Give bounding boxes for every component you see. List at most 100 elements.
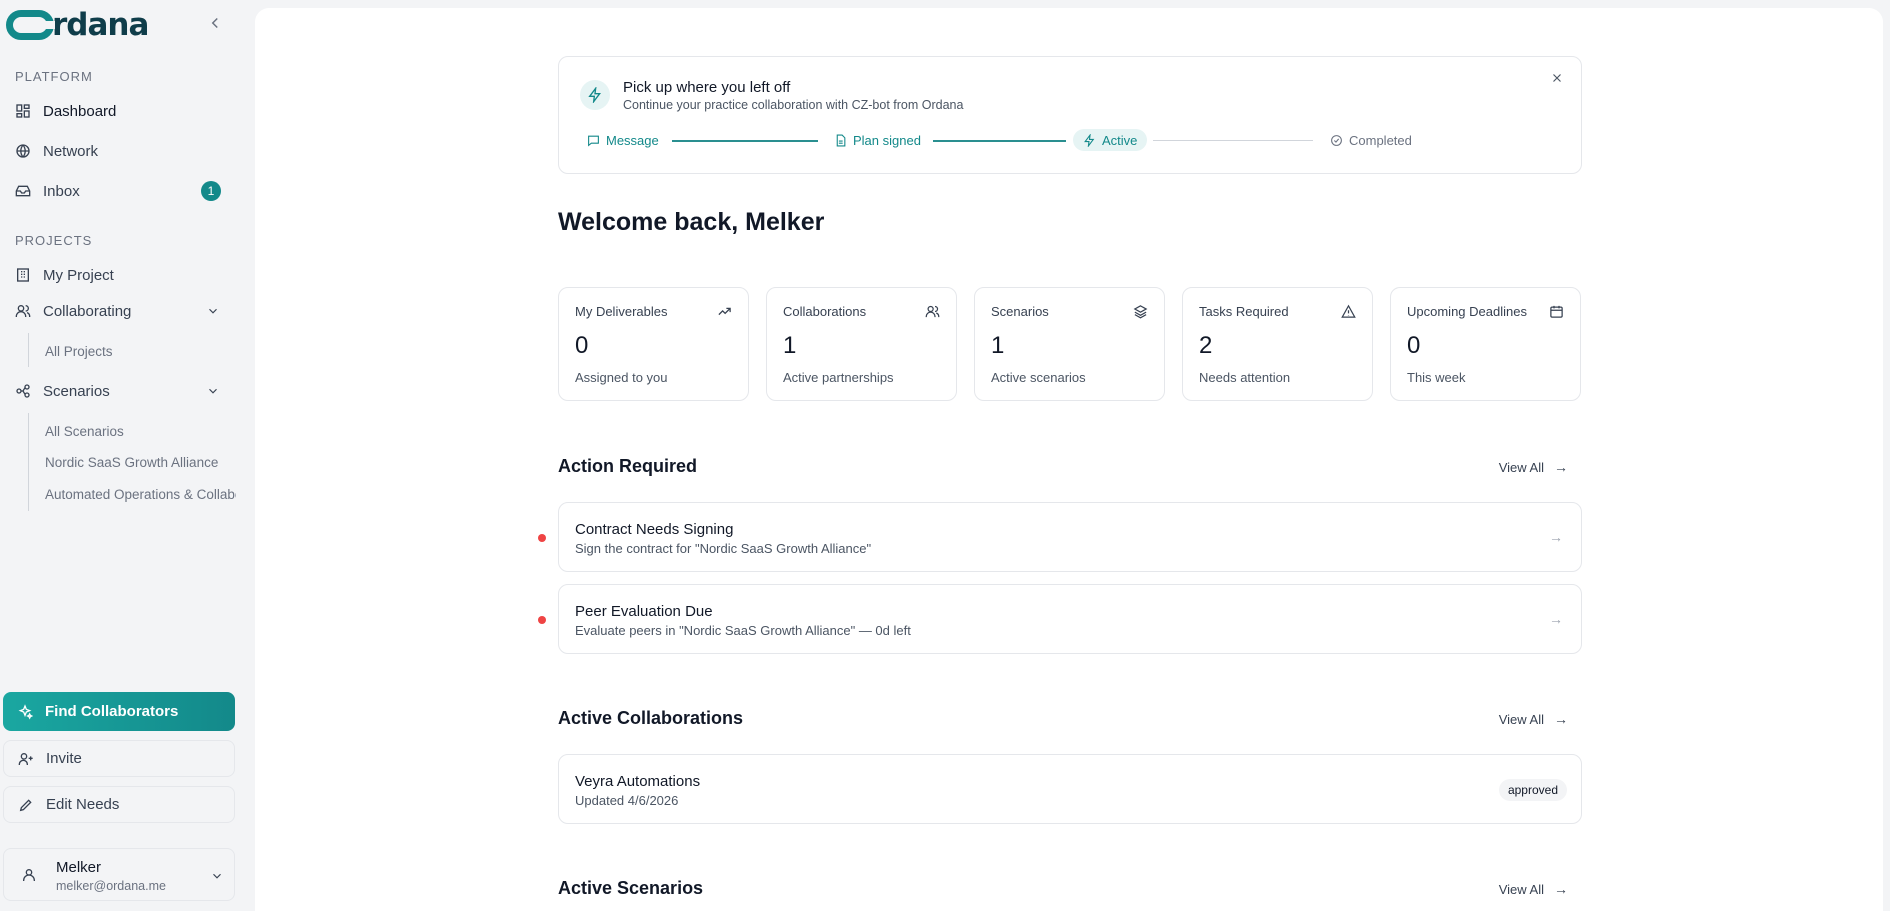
urgent-dot-icon bbox=[538, 534, 546, 542]
step-plan-signed[interactable]: Plan signed bbox=[834, 129, 921, 151]
sidebar: rdana PLATFORM Dashboard Network Inbox 1… bbox=[0, 0, 255, 911]
edit-needs-button[interactable]: Edit Needs bbox=[3, 786, 235, 823]
main-panel: Pick up where you left off Continue your… bbox=[255, 8, 1883, 911]
action-item-contract[interactable]: Contract Needs Signing Sign the contract… bbox=[538, 502, 1582, 572]
file-text-icon bbox=[834, 134, 847, 147]
user-plus-icon bbox=[18, 751, 34, 767]
collaboration-title: Veyra Automations bbox=[575, 773, 701, 790]
find-collaborators-button[interactable]: Find Collaborators bbox=[3, 692, 235, 731]
arrow-right-icon: → bbox=[1554, 881, 1568, 897]
stat-value: 1 bbox=[991, 332, 1005, 359]
step-connector bbox=[672, 140, 818, 142]
step-label: Plan signed bbox=[853, 132, 921, 148]
layers-icon bbox=[1133, 304, 1148, 319]
stat-label: Scenarios bbox=[991, 304, 1049, 319]
sidebar-item-dashboard[interactable]: Dashboard bbox=[6, 93, 236, 129]
logo-text: rdana bbox=[52, 7, 149, 43]
alert-triangle-icon bbox=[1341, 304, 1356, 319]
view-all-label: View All bbox=[1498, 711, 1544, 727]
stat-card-deliverables[interactable]: My Deliverables 0 Assigned to you bbox=[558, 287, 749, 401]
users-icon bbox=[925, 304, 940, 319]
bolt-icon bbox=[1083, 133, 1096, 147]
collaboration-item[interactable]: Veyra Automations Updated 4/6/2026 appro… bbox=[558, 754, 1582, 824]
edit-needs-label: Edit Needs bbox=[46, 796, 120, 813]
message-square-icon bbox=[587, 134, 600, 147]
sidebar-item-label: Collaborating bbox=[43, 302, 132, 320]
sidebar-item-collaborating[interactable]: Collaborating bbox=[6, 293, 236, 329]
invite-button[interactable]: Invite bbox=[3, 740, 235, 777]
stat-description: Needs attention bbox=[1199, 370, 1291, 385]
stat-card-scenarios[interactable]: Scenarios 1 Active scenarios bbox=[974, 287, 1165, 401]
ordana-logo[interactable]: rdana bbox=[6, 7, 149, 43]
user-menu[interactable]: Melker melker@ordana.me bbox=[3, 848, 235, 901]
sidebar-subitem-all-projects[interactable]: All Projects bbox=[45, 344, 245, 359]
inbox-count-badge: 1 bbox=[201, 181, 221, 201]
logo-mark-icon bbox=[6, 10, 55, 40]
close-icon[interactable] bbox=[1549, 71, 1565, 87]
arrow-right-icon: → bbox=[1554, 459, 1568, 475]
active-scenarios-title: Active Scenarios bbox=[558, 878, 704, 898]
action-item-title: Contract Needs Signing bbox=[575, 521, 734, 538]
page-title: Welcome back, Melker bbox=[558, 208, 825, 236]
pencil-icon bbox=[18, 797, 34, 813]
arrow-right-icon: → bbox=[1554, 711, 1568, 727]
stat-value: 1 bbox=[783, 332, 797, 359]
sidebar-item-inbox[interactable]: Inbox 1 bbox=[6, 173, 236, 209]
user-name: Melker bbox=[56, 859, 102, 876]
action-item-peer-evaluation[interactable]: Peer Evaluation Due Evaluate peers in "N… bbox=[538, 584, 1582, 654]
urgent-dot-icon bbox=[538, 616, 546, 624]
action-item-title: Peer Evaluation Due bbox=[575, 603, 713, 620]
sidebar-subitem-scenario[interactable]: Nordic SaaS Growth Alliance bbox=[45, 455, 245, 470]
dashboard-icon bbox=[15, 103, 31, 119]
trending-up-icon bbox=[717, 304, 732, 319]
workflow-icon bbox=[15, 383, 31, 399]
stat-description: Active partnerships bbox=[783, 370, 894, 385]
stat-label: Tasks Required bbox=[1199, 304, 1289, 319]
globe-icon bbox=[15, 143, 31, 159]
stat-label: Upcoming Deadlines bbox=[1407, 304, 1527, 319]
stat-card-tasks-required[interactable]: Tasks Required 2 Needs attention bbox=[1182, 287, 1373, 401]
arrow-right-icon: → bbox=[1549, 611, 1563, 627]
users-icon bbox=[15, 303, 31, 319]
status-badge: approved bbox=[1498, 779, 1567, 801]
step-message[interactable]: Message bbox=[587, 129, 659, 151]
platform-section-label: PLATFORM bbox=[15, 69, 93, 84]
sidebar-item-label: Dashboard bbox=[43, 102, 117, 120]
sidebar-item-scenarios[interactable]: Scenarios bbox=[6, 373, 236, 409]
collapse-sidebar-chevron-left-icon[interactable] bbox=[206, 14, 224, 32]
stat-value: 0 bbox=[575, 332, 589, 359]
stat-card-collaborations[interactable]: Collaborations 1 Active partnerships bbox=[766, 287, 957, 401]
action-item-subtitle: Sign the contract for "Nordic SaaS Growt… bbox=[575, 541, 872, 556]
inbox-icon bbox=[15, 183, 31, 199]
chevron-down-icon[interactable] bbox=[210, 869, 224, 883]
arrow-right-icon: → bbox=[1549, 529, 1563, 545]
stat-label: My Deliverables bbox=[575, 304, 668, 319]
active-scenarios-view-all-link[interactable]: View All → bbox=[1499, 881, 1568, 897]
step-label: Active bbox=[1102, 132, 1138, 148]
stat-value: 2 bbox=[1199, 332, 1213, 359]
chevron-down-icon[interactable] bbox=[206, 384, 220, 398]
sidebar-item-label: Inbox bbox=[43, 182, 80, 200]
check-circle-icon bbox=[1330, 134, 1343, 147]
stat-card-upcoming-deadlines[interactable]: Upcoming Deadlines 0 This week bbox=[1390, 287, 1581, 401]
action-required-view-all-link[interactable]: View All → bbox=[1499, 459, 1568, 475]
resume-title: Pick up where you left off bbox=[623, 79, 791, 96]
resume-subtitle: Continue your practice collaboration wit… bbox=[623, 98, 964, 112]
sidebar-item-my-project[interactable]: My Project bbox=[6, 257, 236, 293]
action-item-subtitle: Evaluate peers in "Nordic SaaS Growth Al… bbox=[575, 623, 911, 638]
active-collaborations-title: Active Collaborations bbox=[558, 708, 744, 728]
step-completed[interactable]: Completed bbox=[1330, 129, 1412, 151]
sidebar-item-network[interactable]: Network bbox=[6, 133, 236, 169]
sidebar-subitem-all-scenarios[interactable]: All Scenarios bbox=[45, 424, 245, 439]
step-active[interactable]: Active bbox=[1073, 129, 1148, 151]
active-collaborations-view-all-link[interactable]: View All → bbox=[1499, 711, 1568, 727]
sidebar-item-label: Scenarios bbox=[43, 382, 110, 400]
sidebar-subitem-scenario[interactable]: Automated Operations & Collaboration bbox=[45, 487, 236, 502]
chevron-down-icon[interactable] bbox=[206, 304, 220, 318]
stat-label: Collaborations bbox=[783, 304, 867, 319]
invite-label: Invite bbox=[46, 750, 82, 767]
user-icon bbox=[21, 867, 37, 883]
sidebar-item-label: Network bbox=[43, 142, 99, 160]
projects-section-label: PROJECTS bbox=[15, 233, 93, 248]
view-all-label: View All bbox=[1498, 881, 1544, 897]
